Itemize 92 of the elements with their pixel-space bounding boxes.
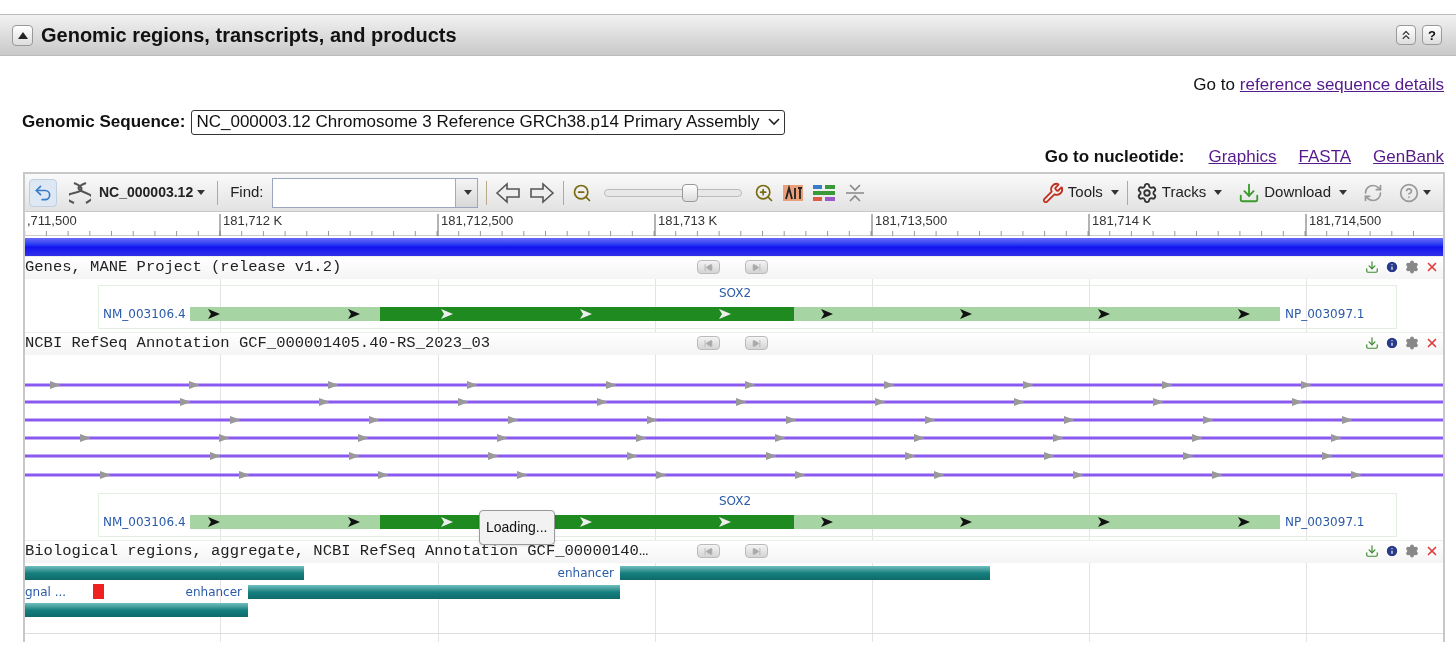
collapse-button[interactable] — [12, 24, 33, 46]
next-button[interactable] — [745, 336, 768, 350]
slider-thumb[interactable] — [682, 183, 699, 202]
genomic-sequence-label: Genomic Sequence: — [22, 111, 186, 134]
sequence-dropdown[interactable]: NC_000003.12 — [99, 182, 206, 203]
double-chevron-up-icon — [1399, 28, 1413, 42]
region-bar[interactable] — [25, 603, 248, 617]
sequence-letters-icon[interactable] — [781, 182, 804, 203]
download-icon[interactable] — [1365, 260, 1379, 274]
transcript-label[interactable]: NM_003106.4 — [103, 516, 186, 528]
track-title: Genes, MANE Project (release v1.2) — [25, 257, 342, 279]
caret-icon — [1110, 190, 1119, 195]
caret-icon — [197, 190, 206, 195]
region-label[interactable]: enhancer — [557, 567, 614, 579]
region-bar[interactable] — [248, 585, 620, 599]
help-button[interactable]: ? — [1422, 25, 1442, 45]
go-to-text: Go to — [1193, 74, 1235, 97]
transcript-label[interactable]: NM_003106.4 — [103, 308, 186, 320]
nucleotide-link[interactable]: Graphics — [1208, 144, 1277, 170]
close-icon[interactable] — [1425, 544, 1439, 558]
download-icon — [1238, 181, 1261, 204]
ruler-label: ,711,500 — [27, 214, 77, 227]
tracks-menu[interactable]: Tracks — [1135, 181, 1223, 204]
info-icon[interactable] — [1385, 260, 1399, 274]
settings-icon[interactable] — [1405, 544, 1419, 558]
next-button[interactable] — [745, 260, 768, 274]
collapse-icon[interactable] — [843, 181, 866, 204]
track-layout-icon[interactable] — [811, 182, 836, 203]
ruler-label: 181,714 K — [1092, 214, 1152, 227]
settings-icon[interactable] — [1405, 336, 1419, 350]
sequence-select[interactable]: NC_000003.12 Chromosome 3 Reference GRCh38.p14 Primary Assembly — [191, 109, 785, 135]
scroll-top-button[interactable] — [1396, 25, 1416, 45]
chevron-down-icon — [767, 118, 780, 126]
help-menu[interactable] — [1399, 182, 1431, 203]
region-label[interactable]: gnal ... — [25, 586, 67, 598]
undo-arrow-icon — [33, 182, 53, 203]
marker-block[interactable] — [93, 584, 104, 599]
find-label: Find: — [230, 182, 264, 203]
region-label[interactable]: enhancer — [185, 586, 242, 598]
ruler-label: 181,712,500 — [441, 214, 514, 227]
skip-forward-icon — [752, 338, 761, 348]
next-button[interactable] — [745, 544, 768, 558]
download-icon[interactable] — [1365, 336, 1379, 350]
transcript-lines-drawing[interactable] — [25, 380, 1443, 480]
zoom-in-icon[interactable] — [753, 182, 774, 203]
previous-button[interactable] — [697, 336, 720, 350]
close-icon[interactable] — [1425, 260, 1439, 274]
nucleotide-link[interactable]: GenBank — [1373, 144, 1444, 170]
region-bar[interactable] — [620, 566, 990, 580]
settings-icon[interactable] — [1405, 260, 1419, 274]
caret-icon — [1214, 190, 1223, 195]
download-menu[interactable]: Download — [1238, 181, 1347, 204]
section-title: Genomic regions, transcripts, and products — [41, 23, 457, 48]
protein-label[interactable]: NP_003097.1 — [1285, 308, 1365, 320]
skip-back-icon — [704, 262, 713, 272]
download-icon[interactable] — [1365, 544, 1379, 558]
close-icon[interactable] — [1425, 336, 1439, 350]
left-arrow-icon[interactable] — [494, 181, 521, 204]
wrench-icon — [1041, 181, 1064, 204]
info-icon[interactable] — [1385, 544, 1399, 558]
help-icon — [1399, 182, 1419, 203]
previous-button[interactable] — [697, 260, 720, 274]
ruler-label: 181,712 K — [223, 214, 283, 227]
previous-button[interactable] — [697, 544, 720, 558]
ruler-label: 181,713 K — [658, 214, 718, 227]
skip-forward-icon — [752, 262, 761, 272]
region-bar[interactable] — [25, 566, 304, 580]
tools-menu[interactable]: Tools — [1041, 181, 1119, 204]
skip-back-icon — [704, 546, 713, 556]
find-field[interactable] — [271, 177, 478, 208]
back-button[interactable] — [29, 178, 57, 207]
nucleotide-link[interactable]: FASTA — [1298, 144, 1352, 170]
ruler-label: 181,714,500 — [1309, 214, 1382, 227]
gene-label[interactable]: SOX2 — [719, 287, 752, 299]
gear-icon — [1135, 181, 1158, 204]
caret-icon — [1423, 190, 1431, 195]
reference-details-link[interactable]: reference sequence details — [1239, 72, 1444, 98]
protein-label[interactable]: NP_003097.1 — [1285, 516, 1365, 528]
right-arrow-icon[interactable] — [528, 181, 555, 204]
skip-back-icon — [704, 338, 713, 348]
go-to-nucleotide-label: Go to nucleotide: — [1044, 146, 1185, 169]
loading-popup: Loading... — [479, 510, 555, 545]
ruler-label: 181,713,500 — [875, 214, 948, 227]
info-icon[interactable] — [1385, 336, 1399, 350]
skip-forward-icon — [752, 546, 761, 556]
triangle-icon — [17, 31, 28, 39]
track-title: NCBI RefSeq Annotation GCF_000001405.40-RS_2023_03 — [25, 333, 491, 355]
zoom-out-icon[interactable] — [571, 182, 592, 203]
caret-icon — [464, 190, 473, 195]
gene-label[interactable]: SOX2 — [719, 495, 752, 507]
caret-icon — [1339, 190, 1347, 195]
refresh-icon[interactable] — [1363, 182, 1383, 203]
